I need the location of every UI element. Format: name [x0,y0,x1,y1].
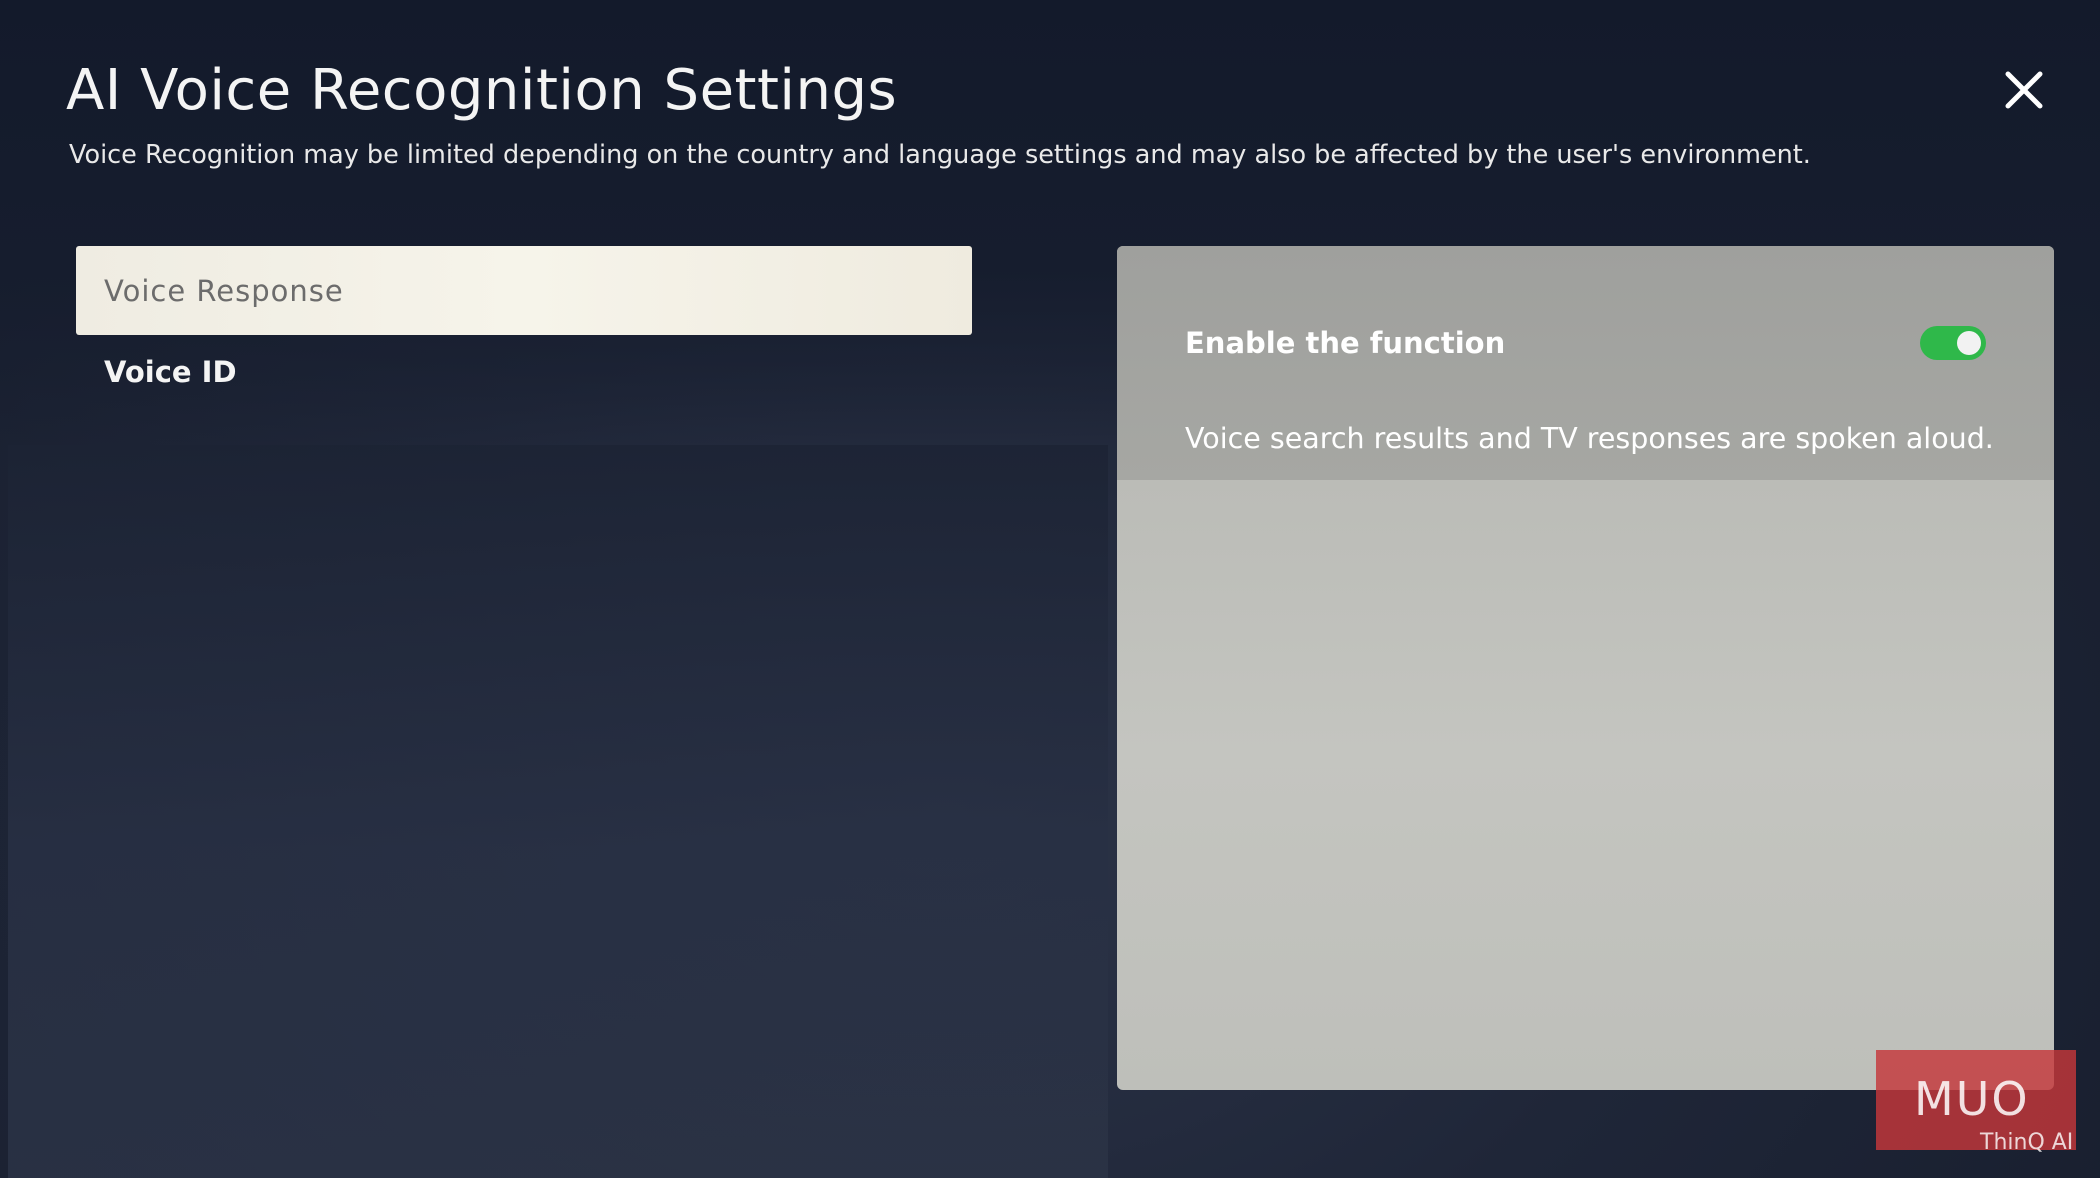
tv-settings-screen: AI Voice Recognition Settings Voice Reco… [0,0,2100,1178]
enable-function-label: Enable the function [1185,326,1506,360]
function-description: Voice search results and TV responses ar… [1185,422,1994,455]
enable-function-row[interactable]: Enable the function [1185,318,1986,368]
watermark-brand: ThinQ AI [1980,1130,2074,1155]
menu-item-label: Voice ID [104,355,237,389]
close-icon [2005,71,2043,109]
enable-function-toggle[interactable] [1920,326,1986,360]
menu-item-label: Voice Response [104,273,344,308]
menu-item-voice-response[interactable]: Voice Response [76,246,972,335]
detail-panel: Enable the function Voice search results… [1117,246,2054,1090]
page-title: AI Voice Recognition Settings [66,58,898,123]
menu-item-voice-id[interactable]: Voice ID [76,335,972,409]
page-subtitle: Voice Recognition may be limited dependi… [69,140,1811,170]
watermark: MUO ThinQ AI [1876,1050,2076,1155]
toggle-knob [1957,331,1981,355]
close-button[interactable] [1996,62,2052,118]
watermark-logo: MUO [1914,1072,2030,1126]
settings-menu: Voice Response Voice ID [76,246,972,409]
menu-background [8,445,1108,1178]
